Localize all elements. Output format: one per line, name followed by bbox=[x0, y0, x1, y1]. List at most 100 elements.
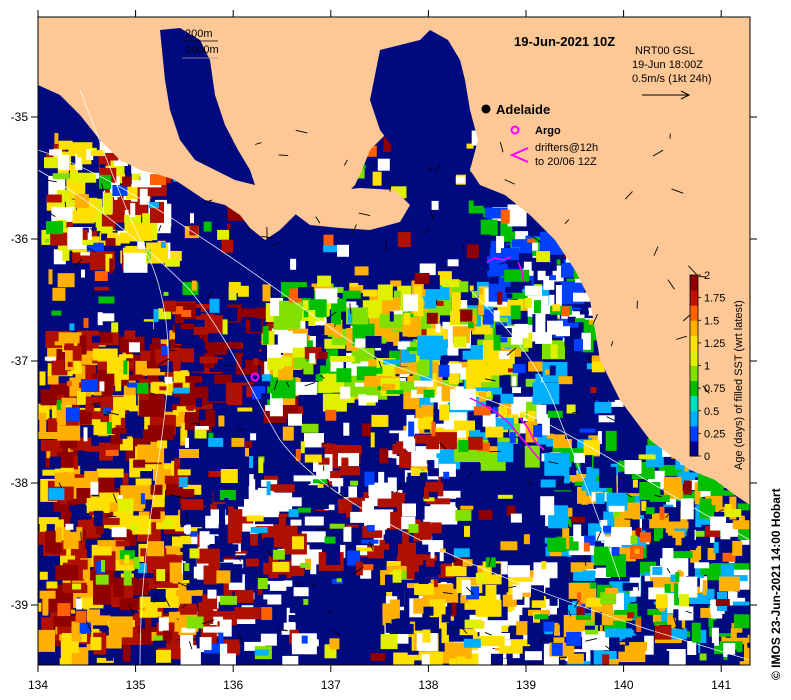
sst-cell bbox=[111, 527, 127, 538]
sst-cell bbox=[298, 287, 315, 299]
sst-cell bbox=[586, 597, 603, 607]
sst-cell bbox=[632, 587, 638, 592]
sst-cell bbox=[497, 442, 514, 463]
sst-cell bbox=[196, 398, 202, 408]
sst-cell bbox=[323, 245, 340, 253]
sst-cell bbox=[349, 282, 359, 287]
sst-cell bbox=[475, 263, 490, 271]
sst-cell bbox=[223, 307, 238, 322]
sst-cell bbox=[266, 481, 271, 496]
sst-cell bbox=[180, 489, 195, 497]
sst-cell bbox=[500, 393, 514, 404]
sst-cell bbox=[573, 524, 582, 542]
sst-cell bbox=[343, 526, 352, 542]
sst-cell bbox=[713, 542, 719, 553]
sst-cell bbox=[262, 284, 271, 302]
sst-cell bbox=[164, 258, 180, 267]
sst-cell bbox=[94, 271, 108, 281]
sst-cell bbox=[478, 305, 485, 315]
sst-cell bbox=[326, 542, 341, 565]
sst-cell bbox=[451, 602, 457, 617]
sst-cell bbox=[194, 429, 207, 439]
sst-cell bbox=[92, 546, 112, 556]
sst-cell bbox=[455, 509, 472, 521]
sst-cell bbox=[672, 530, 685, 538]
sst-cell bbox=[258, 458, 264, 474]
sst-cell bbox=[100, 517, 120, 525]
sst-cell bbox=[153, 309, 159, 322]
sst-cell bbox=[549, 275, 556, 281]
sst-cell bbox=[497, 494, 513, 499]
sst-cell bbox=[695, 530, 705, 537]
sst-cell bbox=[547, 410, 563, 418]
sst-cell bbox=[288, 509, 299, 518]
sst-cell bbox=[278, 368, 294, 381]
sst-cell bbox=[282, 426, 294, 441]
colorbar-tick-label: 0.25 bbox=[704, 428, 725, 440]
sst-cell bbox=[245, 441, 253, 448]
sst-cell bbox=[342, 290, 361, 299]
sst-cell bbox=[490, 228, 498, 236]
sst-cell bbox=[627, 612, 635, 619]
sst-cell bbox=[283, 622, 296, 630]
sst-cell bbox=[424, 486, 429, 499]
sst-cell bbox=[250, 318, 262, 332]
sst-cell bbox=[39, 590, 56, 599]
sst-cell bbox=[441, 614, 451, 623]
sst-cell bbox=[523, 534, 530, 545]
sst-cell bbox=[599, 466, 617, 488]
sst-cell bbox=[478, 287, 483, 295]
sst-cell bbox=[540, 479, 556, 488]
sst-cell bbox=[199, 356, 218, 364]
sst-cell bbox=[506, 293, 513, 298]
sst-cell bbox=[397, 232, 411, 248]
sst-cell bbox=[524, 285, 542, 296]
depth-legend-200m: 200m bbox=[185, 28, 213, 40]
sst-cell bbox=[616, 644, 625, 652]
sst-cell bbox=[203, 221, 212, 232]
sst-cell bbox=[38, 629, 55, 652]
sst-cell bbox=[272, 549, 285, 560]
sst-cell bbox=[250, 433, 257, 441]
y-tick-label: -35 bbox=[11, 110, 29, 124]
sst-cell bbox=[92, 348, 118, 361]
x-tick-label: 139 bbox=[516, 678, 536, 692]
sst-cell bbox=[636, 618, 642, 632]
sst-cell bbox=[377, 386, 382, 391]
sst-cell bbox=[161, 241, 166, 248]
sst-cell bbox=[385, 622, 391, 633]
sst-cell bbox=[576, 614, 592, 620]
sst-cell bbox=[243, 342, 260, 359]
sst-cell bbox=[261, 374, 271, 382]
sst-cell bbox=[430, 502, 456, 517]
sst-cell bbox=[85, 403, 95, 412]
sst-cell bbox=[389, 311, 394, 322]
sst-cell bbox=[403, 294, 419, 312]
colorbar-swatch bbox=[690, 335, 698, 351]
sst-cell bbox=[113, 396, 125, 418]
x-tick-label: 135 bbox=[126, 678, 146, 692]
sst-cell bbox=[191, 280, 197, 291]
sst-cell bbox=[52, 173, 70, 180]
sst-cell bbox=[534, 614, 549, 620]
sst-cell bbox=[426, 312, 438, 324]
sst-cell bbox=[203, 626, 224, 633]
sst-cell bbox=[516, 621, 529, 636]
sst-cell bbox=[52, 287, 66, 301]
sst-cell bbox=[234, 589, 254, 603]
current-legend-time: 19-Jun 18:00Z bbox=[632, 59, 703, 71]
map-area[interactable] bbox=[38, 17, 767, 677]
sst-cell bbox=[160, 367, 168, 372]
sst-cell bbox=[98, 296, 115, 304]
sst-cell bbox=[117, 498, 134, 513]
sst-cell bbox=[365, 336, 382, 348]
sst-cell bbox=[145, 499, 153, 509]
sst-map-figure: 19-Jun-2021 10Z 200m 1000m NRT00 GSL 19-… bbox=[11, 10, 783, 692]
sst-cell bbox=[301, 635, 308, 644]
sst-cell bbox=[509, 432, 516, 444]
sst-cell bbox=[732, 520, 750, 530]
sst-cell bbox=[122, 176, 132, 187]
sst-cell bbox=[106, 654, 114, 661]
x-tick-label: 138 bbox=[418, 678, 438, 692]
sst-cell bbox=[65, 407, 80, 422]
